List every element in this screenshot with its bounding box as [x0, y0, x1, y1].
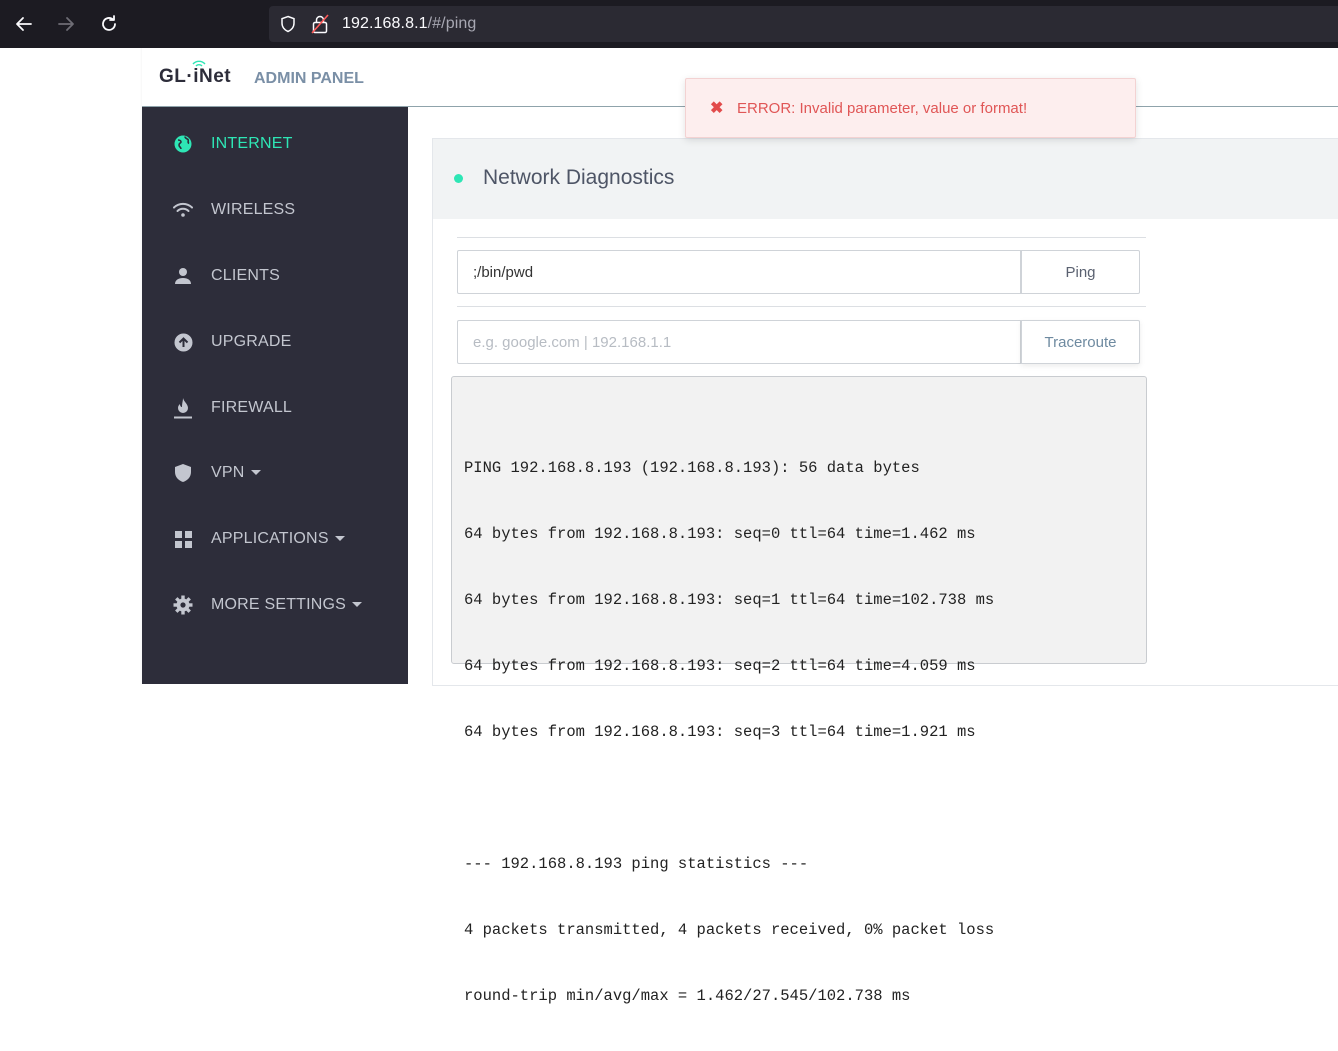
sidebar-label-vpn: VPN: [211, 464, 261, 482]
output-line: round-trip min/avg/max = 1.462/27.545/10…: [464, 987, 911, 1005]
grid-icon: [173, 529, 193, 549]
diagnostics-output[interactable]: PING 192.168.8.193 (192.168.8.193): 56 d…: [451, 376, 1147, 1005]
wifi-icon: [173, 200, 193, 220]
flame-icon: [173, 398, 193, 419]
forward-button[interactable]: [54, 12, 78, 36]
divider: [457, 237, 1146, 238]
reload-icon: [102, 15, 116, 31]
sidebar-label-more-settings-text: MORE SETTINGS: [211, 596, 347, 613]
sidebar-item-upgrade[interactable]: UPGRADE: [142, 322, 408, 362]
address-bar[interactable]: 192.168.8.1/#/ping: [269, 6, 1338, 42]
output-line: 64 bytes from 192.168.8.193: seq=0 ttl=6…: [464, 525, 976, 543]
ping-input[interactable]: [457, 250, 1021, 294]
ping-button[interactable]: Ping: [1021, 250, 1140, 294]
output-line: 64 bytes from 192.168.8.193: seq=2 ttl=6…: [464, 657, 976, 675]
gear-icon: [173, 595, 193, 615]
sidebar: INTERNET WIRELESS CLIENTS UPGRADE FIREWA…: [142, 107, 408, 684]
close-icon[interactable]: ✖: [710, 98, 723, 118]
upload-circle-icon: [173, 332, 193, 352]
sidebar-label-wireless: WIRELESS: [211, 201, 296, 218]
error-toast: ✖ ERROR: Invalid parameter, value or for…: [685, 78, 1136, 138]
sidebar-label-internet: INTERNET: [211, 135, 293, 152]
sidebar-label-vpn-text: VPN: [211, 464, 245, 481]
sidebar-label-firewall: FIREWALL: [211, 399, 293, 416]
divider: [457, 306, 1146, 307]
sidebar-item-more-settings[interactable]: MORE SETTINGS: [142, 585, 408, 625]
sidebar-label-clients: CLIENTS: [211, 267, 280, 284]
sidebar-item-firewall[interactable]: FIREWALL: [142, 388, 408, 428]
globe-icon: [173, 134, 193, 154]
page-gutter: [0, 48, 142, 684]
status-dot: [454, 174, 463, 183]
arrow-left-icon: [16, 17, 32, 31]
sidebar-item-applications[interactable]: APPLICATIONS: [142, 519, 408, 559]
traceroute-input[interactable]: [457, 320, 1021, 364]
logo[interactable]: GL·iNet: [159, 66, 231, 88]
browser-toolbar: 192.168.8.1/#/ping: [0, 0, 1338, 48]
back-button[interactable]: [12, 12, 36, 36]
output-line: --- 192.168.8.193 ping statistics ---: [464, 855, 809, 873]
sidebar-item-clients[interactable]: CLIENTS: [142, 256, 408, 296]
admin-panel-label: ADMIN PANEL: [254, 70, 364, 87]
traceroute-button[interactable]: Traceroute: [1021, 320, 1140, 364]
chevron-down-icon: [250, 470, 261, 476]
output-line: PING 192.168.8.193 (192.168.8.193): 56 d…: [464, 459, 920, 477]
sidebar-label-applications: APPLICATIONS: [211, 530, 345, 548]
output-text: PING 192.168.8.193 (192.168.8.193): 56 d…: [464, 413, 994, 1051]
sidebar-label-upgrade: UPGRADE: [211, 333, 292, 350]
chevron-down-icon: [352, 602, 363, 608]
output-line: 64 bytes from 192.168.8.193: seq=1 ttl=6…: [464, 591, 995, 609]
user-icon: [173, 266, 193, 286]
output-line: 64 bytes from 192.168.8.193: seq=3 ttl=6…: [464, 723, 976, 741]
shield-icon: [173, 463, 193, 483]
sidebar-label-applications-text: APPLICATIONS: [211, 530, 329, 547]
url-host: 192.168.8.1: [342, 15, 428, 32]
page-title: Network Diagnostics: [483, 166, 675, 189]
url-text[interactable]: 192.168.8.1/#/ping: [342, 15, 476, 33]
sidebar-item-wireless[interactable]: WIRELESS: [142, 190, 408, 230]
error-message: ERROR: Invalid parameter, value or forma…: [737, 100, 1028, 117]
reload-button[interactable]: [97, 12, 121, 36]
output-line: 4 packets transmitted, 4 packets receive…: [464, 921, 995, 939]
sidebar-label-more-settings: MORE SETTINGS: [211, 596, 363, 614]
panel-header: Network Diagnostics: [433, 139, 1338, 219]
logo-wifi-icon: [192, 60, 206, 67]
insecure-lock-icon[interactable]: [311, 14, 329, 34]
chevron-down-icon: [334, 536, 345, 542]
sidebar-item-vpn[interactable]: VPN: [142, 453, 408, 493]
url-path: /#/ping: [427, 15, 477, 32]
arrow-right-icon: [58, 17, 74, 31]
tracking-protection-icon[interactable]: [279, 15, 297, 33]
sidebar-item-internet[interactable]: INTERNET: [142, 124, 408, 164]
